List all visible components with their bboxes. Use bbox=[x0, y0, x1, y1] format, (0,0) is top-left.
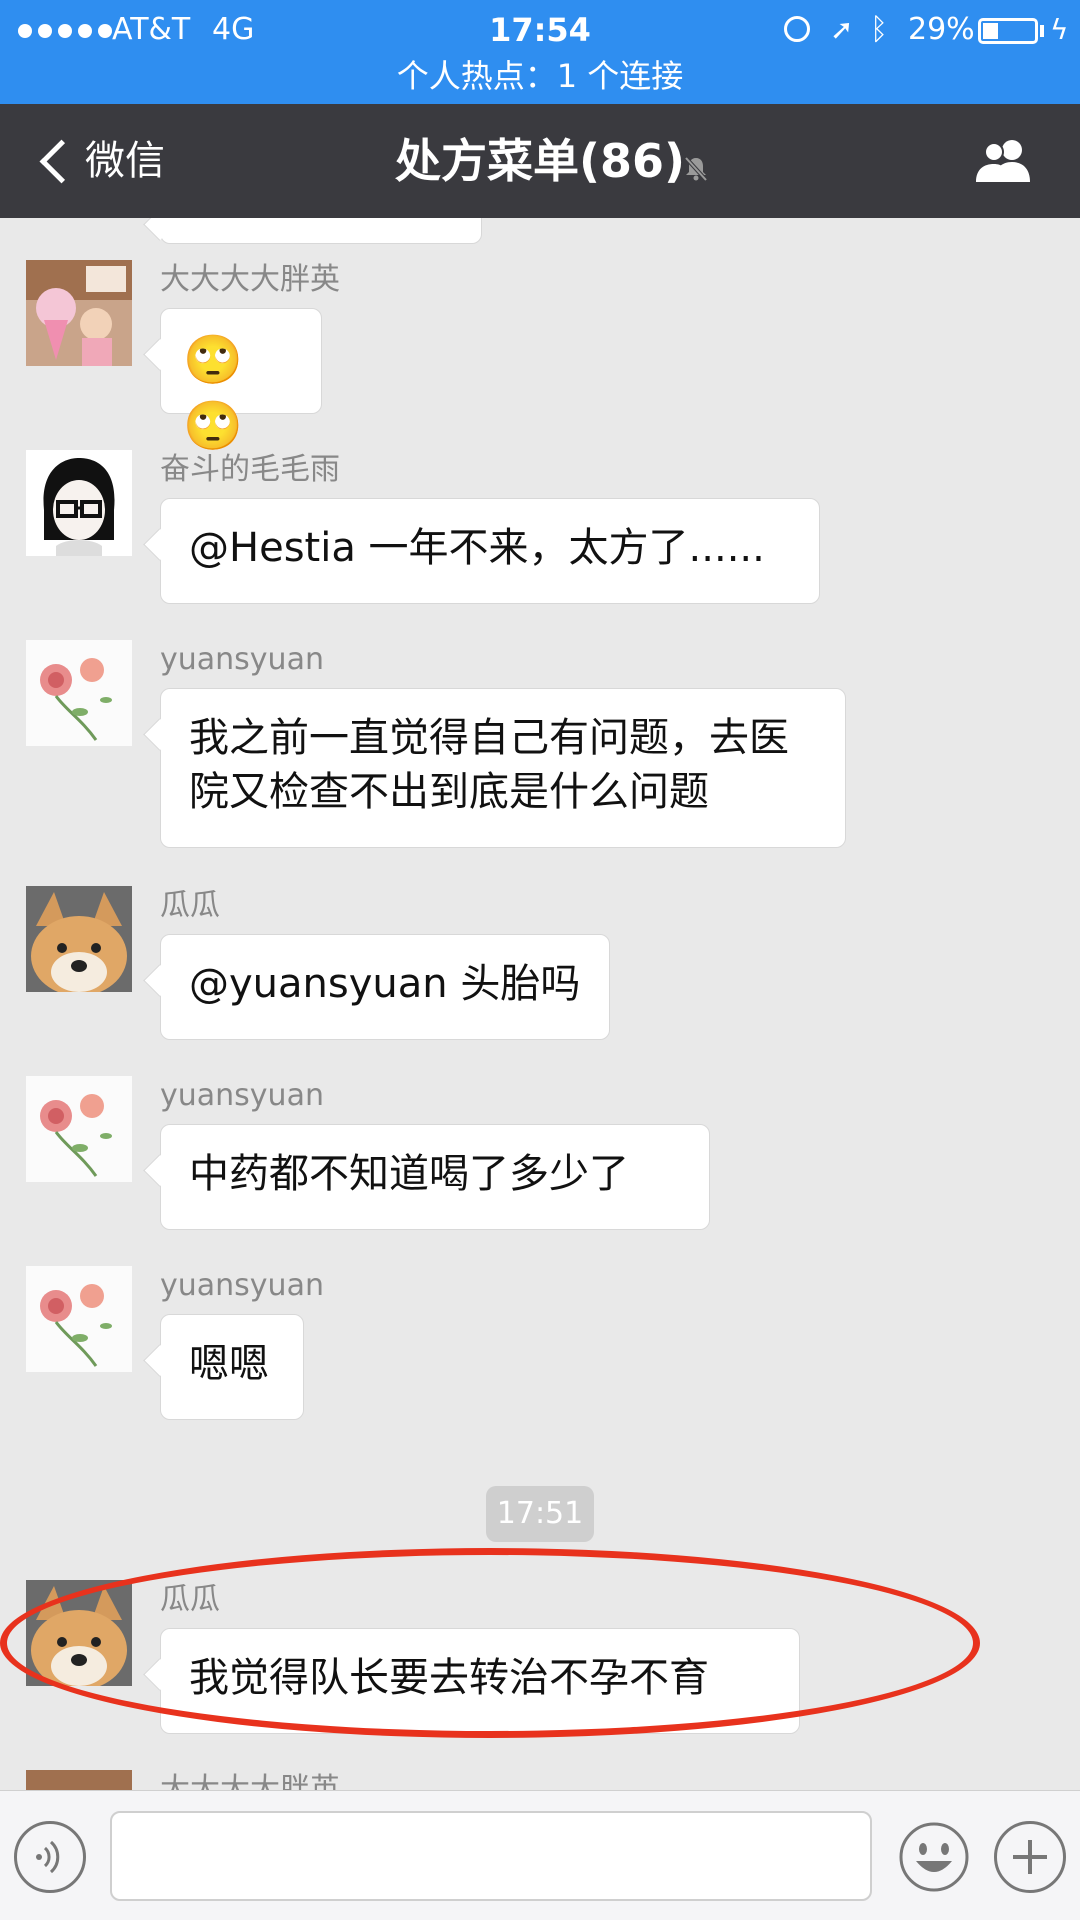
bluetooth-icon: ᛒ bbox=[870, 12, 888, 47]
location-arrow-icon: ➚ bbox=[830, 13, 854, 46]
sender-name: yuansyuan bbox=[160, 642, 324, 677]
message-item: 大大大大胖英 🙄🙄 bbox=[0, 260, 1080, 454]
emoji-icon bbox=[899, 1822, 969, 1892]
sender-name: 奋斗的毛毛雨 bbox=[160, 452, 340, 487]
message-item: yuansyuan 中药都不知道喝了多少了 bbox=[0, 1076, 1080, 1230]
message-bubble[interactable]: 我之前一直觉得自己有问题，去医院又检查不出到底是什么问题 bbox=[160, 688, 846, 848]
message-bubble[interactable]: @yuansyuan 头胎吗 bbox=[160, 934, 610, 1040]
chat-timestamp: 17:51 bbox=[486, 1486, 594, 1542]
rotation-lock-icon bbox=[784, 16, 810, 42]
sender-name: yuansyuan bbox=[160, 1078, 324, 1113]
status-bar: AT&T 4G 17:54 ➚ ᛒ 29% ϟ 个人热点：1 个连接 bbox=[0, 0, 1080, 104]
message-item: 瓜瓜 @yuansyuan 头胎吗 bbox=[0, 886, 1080, 1040]
charging-bolt-icon: ϟ bbox=[1050, 13, 1069, 46]
message-bubble[interactable]: @Hestia 一年不来，太方了...... bbox=[160, 498, 820, 604]
message-item: 大大大大胖英 bbox=[0, 1770, 1080, 1790]
shiba-dog-avatar[interactable] bbox=[26, 1580, 132, 1686]
message-input[interactable] bbox=[110, 1811, 872, 1901]
message-bubble[interactable]: 我觉得队长要去转治不孕不育 bbox=[160, 1628, 800, 1734]
sender-name: 瓜瓜 bbox=[160, 888, 220, 923]
cupcake-girl-avatar[interactable] bbox=[26, 260, 132, 366]
chat-title: 处方菜单(86) bbox=[394, 134, 686, 188]
battery-tip bbox=[1040, 25, 1044, 37]
sender-name: 大大大大胖英 bbox=[160, 1772, 340, 1790]
message-text: 嗯嗯 bbox=[189, 1341, 269, 1387]
battery-percent: 29% bbox=[908, 12, 975, 47]
message-text: 🙄🙄 bbox=[183, 332, 243, 454]
cupcake-girl-avatar[interactable] bbox=[26, 1770, 132, 1790]
emoji-button[interactable] bbox=[898, 1821, 970, 1893]
message-item: yuansyuan 我之前一直觉得自己有问题，去医院又检查不出到底是什么问题 bbox=[0, 640, 1080, 848]
voice-icon bbox=[36, 1840, 60, 1874]
mute-bell-icon bbox=[684, 156, 708, 182]
battery-icon bbox=[978, 18, 1038, 44]
group-members-icon[interactable] bbox=[974, 136, 1036, 186]
sender-name: 大大大大胖英 bbox=[160, 262, 340, 297]
message-bubble[interactable]: 🙄🙄 bbox=[160, 308, 322, 454]
plus-icon[interactable] bbox=[994, 1821, 1066, 1893]
message-item: 奋斗的毛毛雨 @Hestia 一年不来，太方了...... bbox=[0, 450, 1080, 604]
message-text: 我觉得队长要去转治不孕不育 bbox=[189, 1655, 709, 1701]
battery-fill bbox=[983, 23, 998, 39]
message-bubble[interactable]: 嗯嗯 bbox=[160, 1314, 304, 1420]
sender-name: 瓜瓜 bbox=[160, 1582, 220, 1617]
shiba-dog-avatar[interactable] bbox=[26, 886, 132, 992]
message-text: 中药都不知道喝了多少了 bbox=[189, 1151, 629, 1197]
message-text: 我之前一直觉得自己有问题，去医院又检查不出到底是什么问题 bbox=[189, 715, 789, 815]
rose-avatar[interactable] bbox=[26, 1266, 132, 1372]
rose-avatar[interactable] bbox=[26, 640, 132, 746]
sender-name: yuansyuan bbox=[160, 1268, 324, 1303]
input-bar bbox=[0, 1790, 1080, 1920]
rose-avatar[interactable] bbox=[26, 1076, 132, 1182]
message-item: 瓜瓜 我觉得队长要去转治不孕不育 bbox=[0, 1580, 1080, 1734]
message-bubble[interactable]: 中药都不知道喝了多少了 bbox=[160, 1124, 710, 1230]
nav-bar: 微信 处方菜单(86) bbox=[0, 104, 1080, 218]
chat-area[interactable]: 大大大大胖英 🙄🙄 奋斗的毛毛雨 @Hestia 一年不来，太方了...... … bbox=[0, 218, 1080, 1790]
glasses-girl-avatar[interactable] bbox=[26, 450, 132, 556]
message-item: yuansyuan 嗯嗯 bbox=[0, 1266, 1080, 1420]
hotspot-banner[interactable]: 个人热点：1 个连接 bbox=[0, 54, 1080, 98]
message-text: @yuansyuan 头胎吗 bbox=[189, 961, 581, 1007]
message-bubble-clipped[interactable] bbox=[160, 218, 482, 244]
voice-button[interactable] bbox=[14, 1821, 86, 1893]
message-text: @Hestia 一年不来，太方了...... bbox=[189, 525, 765, 571]
